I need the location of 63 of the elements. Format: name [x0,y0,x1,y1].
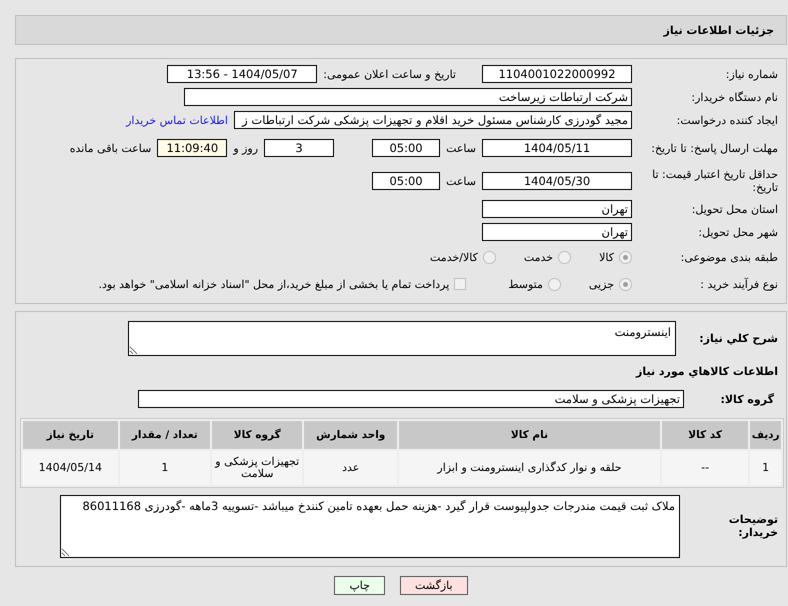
summary-field[interactable]: اینسترومنت [128,320,676,356]
field-label: ایجاد کننده درخواست: [676,114,778,126]
deadline-time-field: 05:00 [372,139,440,157]
option-label: کالا [599,250,614,264]
back-button[interactable]: بازگشت [400,576,468,595]
radio-button[interactable] [482,250,496,264]
option-label: کالا/خدمت [430,250,478,264]
field-label: نام دستگاه خریدار: [690,90,778,104]
field-label: گروه کالا: [719,392,774,406]
buyer-field: شرکت ارتباطات زیرساخت [184,88,632,106]
column-header: گروه کالا [212,421,302,449]
deadline-date-field: 1404/05/11 [482,139,632,157]
column-header: کد کالا [662,421,748,449]
city-field: تهران [482,223,632,241]
field-label: تاریخ و ساعت اعلان عمومی: [323,68,456,80]
column-header: تعداد / مقدار [120,421,210,449]
validity-date-field: 1404/05/30 [482,172,632,190]
buyer-notes-field[interactable]: ملاک ثبت قیمت مندرجات جدولپیوست قرار گیرد -هزینه حمل بعهده تامین کنندخ میباشد -تسوییه 3ماهه -گودرزی 86011168 [60,494,680,558]
creator-field: مجید گودرزی کارشناس مسئول خرید اقلام و تجهیزات پزشکی شرکت ارتباطات ز [234,111,632,129]
table-cell: حلقه و نوار کدگذاری اینسترومنت و ابزار [398,451,660,485]
goods-group-field: تجهیزات پزشکی و سلامت [138,390,684,408]
checkbox[interactable] [454,278,466,290]
field-label: نوع فرآیند خرید : [699,278,778,290]
table-cell: تجهیزات پزشکی و سلامت [212,451,302,485]
contact-link[interactable]: اطلاعات تماس خریدار [126,114,228,126]
field-label: مهلت ارسال پاسخ: تا تاریخ: [650,142,778,154]
print-button[interactable]: چاپ [334,576,385,595]
table-cell: -- [662,451,748,485]
column-header: تاریخ نیاز [23,421,118,449]
field-label: شماره نیاز: [724,68,778,80]
table-cell: 1404/05/14 [23,451,118,485]
radio-button[interactable] [619,250,632,264]
province-field: تهران [482,200,632,218]
page-title: جزئیات اطلاعات نیاز [664,24,774,36]
field-label: طبقه بندی موضوعی: [680,250,778,264]
column-header: نام کالا [398,421,660,449]
validity-time-field: 05:00 [372,172,440,190]
field-label: روز و [233,142,258,154]
field-label: ساعت [446,142,476,154]
announce-date-field: 1404/05/07 - 13:56 [167,65,318,83]
table-cell: عدد [304,451,397,485]
checkbox-label: پرداخت تمام یا بخشی از مبلغ خرید،از محل "اسناد خزانه اسلامی" خواهد بود. [98,278,450,290]
option-label: جزیی [588,278,614,290]
table-cell: 1 [120,451,210,485]
radio-button[interactable] [619,278,632,290]
column-header: ردیف [750,421,781,449]
radio-button[interactable] [548,278,561,290]
field-label: ساعت باقی مانده [70,142,152,154]
remaining-time-field: 11:09:40 [157,139,228,157]
option-label: متوسط [508,278,543,290]
field-label: شرح کلي نياز: [698,332,778,344]
section-title: اطلاعات کالاهاي مورد نياز [636,364,778,378]
field-label: ساعت [446,174,476,188]
need-number-field: 1104001022000992 [482,65,632,83]
field-label: توضیحات خریدار: [728,513,778,539]
field-label: شهر محل تحویل: [697,226,778,238]
table-cell: 1 [750,451,781,485]
days-field: 3 [264,139,334,157]
field-label: حداقل تاریخ اعتبار قیمت: تا تاریخ: [651,168,778,194]
column-header: واحد شمارش [304,421,397,449]
field-label: استان محل تحویل: [690,202,778,216]
option-label: خدمت [524,250,554,264]
radio-button[interactable] [558,250,572,264]
